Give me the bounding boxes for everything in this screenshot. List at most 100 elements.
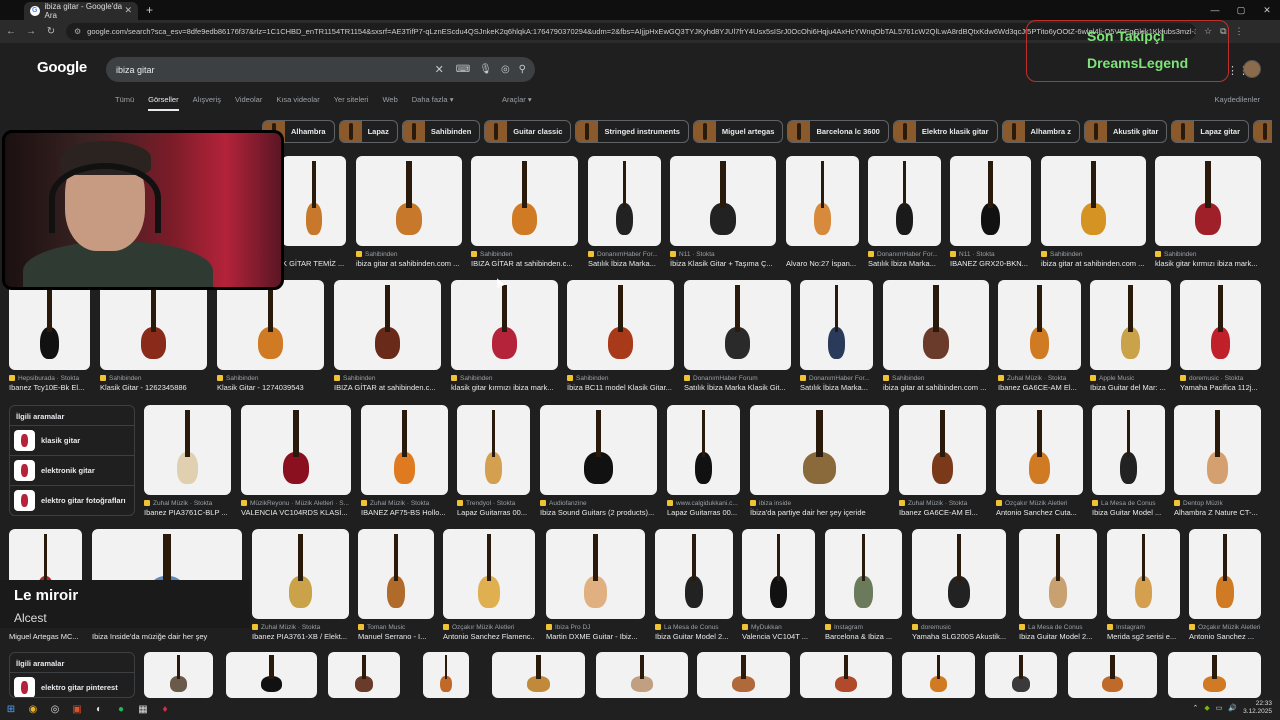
guitar-thumbnail[interactable] xyxy=(144,405,231,495)
result-title[interactable]: IBIZA GİTAR at sahibinden.c... xyxy=(334,383,441,392)
guitar-thumbnail[interactable] xyxy=(282,156,346,246)
search-box[interactable]: ibiza gitar ✕ ⌨ 🎙 ◎ ⚲ xyxy=(106,57,535,82)
result-title[interactable]: Satılık İbiza Marka... xyxy=(800,383,873,392)
result-source[interactable]: DonanımHaber For... xyxy=(868,251,941,258)
result-title[interactable]: Satılık İbiza Marka... xyxy=(588,259,661,268)
guitar-thumbnail[interactable] xyxy=(358,529,434,619)
result-source[interactable]: Trendyol · Stokta xyxy=(457,500,530,507)
obs-icon[interactable]: ◎ xyxy=(44,704,66,715)
guitar-thumbnail[interactable] xyxy=(217,280,324,370)
guitar-thumbnail[interactable] xyxy=(998,280,1081,370)
result-title[interactable]: Miguel Artegas MC... xyxy=(9,632,82,641)
result-title[interactable]: klasik gitar kırmızı ibiza mark... xyxy=(451,383,558,392)
network-icon[interactable]: ▭ xyxy=(1216,704,1223,712)
menu-icon[interactable]: ⋮ xyxy=(1235,26,1244,37)
result-source[interactable]: MüzikReyonu · Müzik Aletleri · S... xyxy=(241,500,351,507)
guitar-thumbnail[interactable] xyxy=(356,156,462,246)
guitar-thumbnail[interactable] xyxy=(1068,652,1157,698)
result-title[interactable]: ibiza gitar at sahibinden.com ... xyxy=(1041,259,1146,268)
filter-chip[interactable]: Barcelona lc 3600 xyxy=(787,120,889,143)
forward-icon[interactable]: → xyxy=(22,26,40,37)
tools-button[interactable]: Araçlar ▾ xyxy=(502,95,532,104)
guitar-thumbnail[interactable] xyxy=(912,529,1006,619)
volume-icon[interactable]: 🔊 xyxy=(1228,704,1237,712)
result-source[interactable]: Özçakır Müzik Aletleri xyxy=(443,624,535,631)
result-source[interactable]: Sahibinden xyxy=(1155,251,1261,258)
result-title[interactable]: klasik gitar kırmızı ibiza mark... xyxy=(1155,259,1261,268)
result-title[interactable]: Ibanez PIA3761C-BLP ... xyxy=(144,508,231,517)
guitar-thumbnail[interactable] xyxy=(100,280,207,370)
result-source[interactable]: Dentop Müzik xyxy=(1174,500,1261,507)
result-title[interactable]: Yamaha SLG200S Akustik... xyxy=(912,632,1006,641)
result-source[interactable]: DonanımHaber For... xyxy=(800,375,873,382)
result-title[interactable]: Klasik Gitar - 1274039543 xyxy=(217,383,324,392)
keyboard-icon[interactable]: ⌨ xyxy=(456,64,470,75)
start-icon[interactable]: ⊞ xyxy=(0,704,22,715)
guitar-thumbnail[interactable] xyxy=(423,652,469,698)
microphone-icon[interactable]: 🎙 xyxy=(479,64,492,75)
result-title[interactable]: Merida sg2 serisi e... xyxy=(1107,632,1180,641)
result-source[interactable]: Hepsiburada · Stokta xyxy=(9,375,90,382)
result-title[interactable]: Ibiza Sound Guitars (2 products)... xyxy=(540,508,657,517)
tab-shopping[interactable]: Alışveriş xyxy=(193,95,221,111)
guitar-thumbnail[interactable] xyxy=(667,405,740,495)
guitar-thumbnail[interactable] xyxy=(868,156,941,246)
guitar-thumbnail[interactable] xyxy=(697,652,790,698)
guitar-thumbnail[interactable] xyxy=(670,156,776,246)
tab-places[interactable]: Yer siteleri xyxy=(334,95,369,111)
guitar-thumbnail[interactable] xyxy=(241,405,351,495)
filter-chip[interactable]: Stringed instruments xyxy=(575,120,689,143)
guitar-thumbnail[interactable] xyxy=(471,156,578,246)
result-title[interactable]: Antonio Sanchez Cuta... xyxy=(996,508,1083,517)
guitar-thumbnail[interactable] xyxy=(9,280,90,370)
spotify-icon[interactable]: ● xyxy=(110,704,132,715)
filter-chip[interactable]: Miguel artegas xyxy=(692,120,784,143)
result-source[interactable]: Sahibinden xyxy=(1041,251,1146,258)
guitar-thumbnail[interactable] xyxy=(1107,529,1180,619)
result-source[interactable]: Sahibinden xyxy=(567,375,674,382)
back-icon[interactable]: ← xyxy=(2,26,20,37)
result-source[interactable]: Sahibinden xyxy=(356,251,462,258)
result-source[interactable]: Instagram xyxy=(1107,624,1180,631)
guitar-thumbnail[interactable] xyxy=(1189,529,1261,619)
result-title[interactable]: IBANEZ GRX20-BKN... xyxy=(950,259,1031,268)
guitar-thumbnail[interactable] xyxy=(334,280,441,370)
result-source[interactable]: Instagram xyxy=(825,624,902,631)
guitar-thumbnail[interactable] xyxy=(996,405,1083,495)
result-source[interactable]: Zuhal Müzik · Stokta xyxy=(899,500,986,507)
result-title[interactable]: Ibiza Guitar Model ... xyxy=(1092,508,1165,517)
search-icon[interactable]: ⚲ xyxy=(519,64,526,75)
result-title[interactable]: İbiza'da partiye dair her şey içeride xyxy=(750,508,889,517)
nvidia-icon[interactable]: ◆ xyxy=(1204,704,1209,712)
maximize-icon[interactable]: ▢ xyxy=(1228,0,1254,20)
result-source[interactable]: Zuhal Müzik · Stokta xyxy=(361,500,448,507)
filter-chip[interactable]: Electric guitar xyxy=(1252,120,1272,143)
filter-chip[interactable]: Lapaz gitar xyxy=(1171,120,1249,143)
result-source[interactable]: Zuhal Müzik · Stokta xyxy=(998,375,1081,382)
filter-chip[interactable]: Sahibinden xyxy=(401,120,481,143)
guitar-thumbnail[interactable] xyxy=(1090,280,1171,370)
guitar-thumbnail[interactable] xyxy=(546,529,645,619)
chrome-icon[interactable]: ◉ xyxy=(22,704,44,715)
clear-icon[interactable]: ✕ xyxy=(435,63,444,76)
guitar-thumbnail[interactable] xyxy=(596,652,688,698)
new-tab-button[interactable]: + xyxy=(146,3,153,17)
result-title[interactable]: IBANEZ AF75-BS Hollo... xyxy=(361,508,448,517)
guitar-thumbnail[interactable] xyxy=(742,529,815,619)
minimize-icon[interactable]: — xyxy=(1202,0,1228,20)
result-title[interactable]: Manuel Serrano - I... xyxy=(358,632,434,641)
chevron-up-icon[interactable]: ⌃ xyxy=(1192,704,1198,712)
result-source[interactable]: Apple Music xyxy=(1090,375,1171,382)
result-source[interactable]: doremusic · Stokta xyxy=(1180,375,1261,382)
close-tab-icon[interactable]: ✕ xyxy=(124,5,132,16)
guitar-thumbnail[interactable] xyxy=(1174,405,1261,495)
clock[interactable]: 22:33 3.12.2025 xyxy=(1243,700,1272,716)
result-source[interactable]: doremusic xyxy=(912,624,1006,631)
result-source[interactable]: La Mesa de Conus xyxy=(655,624,733,631)
result-title[interactable]: İbiza Klasik Gitar + Taşıma Ç... xyxy=(670,259,776,268)
result-title[interactable]: ibiza gitar at sahibinden.com ... xyxy=(883,383,989,392)
result-source[interactable]: DonanımHaber For... xyxy=(588,251,661,258)
result-source[interactable]: La Mesa de Conus xyxy=(1019,624,1097,631)
filter-chip[interactable]: Elektro klasik gitar xyxy=(892,120,998,143)
tab-web[interactable]: Web xyxy=(382,95,397,111)
